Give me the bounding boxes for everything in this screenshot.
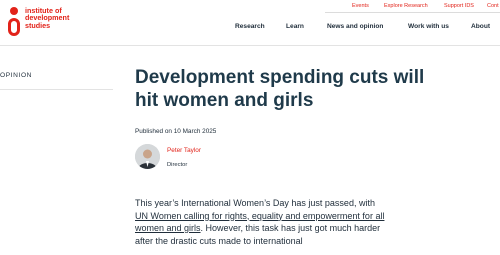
ids-logo-icon — [8, 7, 20, 37]
author-role: Director — [167, 162, 188, 168]
nav-news-and-opinion[interactable]: News and opinion — [327, 23, 383, 30]
article-body: This year’s International Women’s Day ha… — [135, 197, 385, 247]
utility-link-explore-research[interactable]: Explore Research — [384, 3, 428, 9]
body-text-1: This year’s International Women’s Day ha… — [135, 198, 375, 208]
ids-logo[interactable]: institute of development studies — [8, 7, 69, 37]
published-date: Published on 10 March 2025 — [135, 128, 217, 135]
sidebar-divider — [0, 89, 113, 90]
nav-about[interactable]: About — [471, 23, 490, 30]
utility-link-support-ids[interactable]: Support IDS — [444, 3, 474, 9]
header-divider — [0, 45, 500, 46]
utility-link-contact[interactable]: Cont — [487, 3, 499, 9]
site-header: institute of development studies Events … — [0, 0, 500, 46]
utility-link-events[interactable]: Events — [352, 3, 369, 9]
logo-line-3: studies — [25, 20, 51, 30]
nav-learn[interactable]: Learn — [286, 23, 304, 30]
utility-divider — [325, 12, 500, 13]
author-avatar[interactable] — [135, 144, 160, 169]
author-name-link[interactable]: Peter Taylor — [167, 147, 201, 154]
section-label: OPINION — [0, 72, 33, 79]
article-title: Development spending cuts will hit women… — [135, 67, 425, 111]
author-photo — [135, 144, 160, 169]
logo-text: institute of development studies — [25, 7, 69, 29]
nav-work-with-us[interactable]: Work with us — [408, 23, 449, 30]
nav-research[interactable]: Research — [235, 23, 265, 30]
